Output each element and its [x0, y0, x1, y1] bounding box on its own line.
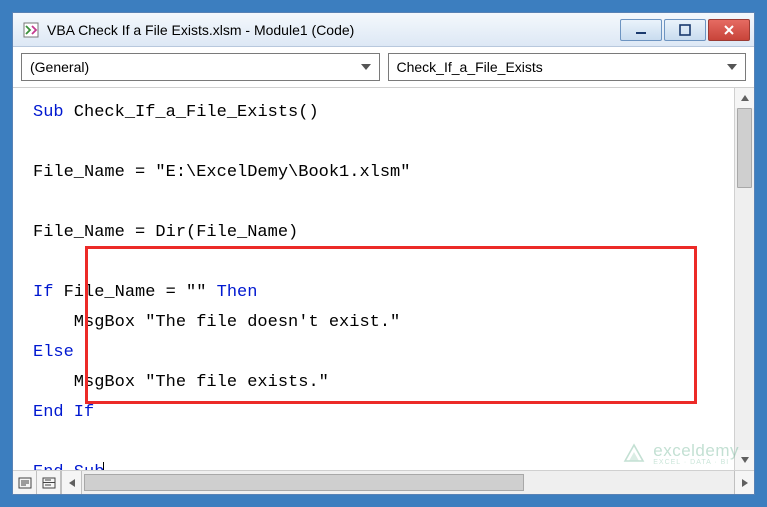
horizontal-scroll-track[interactable]: [82, 471, 734, 494]
code-line: MsgBox "The file exists.": [33, 373, 329, 392]
code-editor[interactable]: Sub Check_If_a_File_Exists() File_Name =…: [13, 88, 734, 470]
scroll-thumb[interactable]: [737, 108, 752, 188]
code-line: Sub Check_If_a_File_Exists(): [33, 103, 319, 122]
minimize-icon: [635, 24, 647, 36]
code-line: End Sub: [33, 463, 104, 470]
vba-code-window: VBA Check If a File Exists.xlsm - Module…: [12, 12, 755, 495]
object-dropdown[interactable]: (General): [21, 53, 380, 81]
chevron-down-icon: [740, 456, 750, 464]
code-line: File_Name = "E:\ExcelDemy\Book1.xlsm": [33, 163, 410, 182]
close-icon: [723, 24, 735, 36]
dropdown-row: (General) Check_If_a_File_Exists: [13, 47, 754, 88]
scroll-down-button[interactable]: [735, 450, 754, 470]
close-button[interactable]: [708, 19, 750, 41]
object-dropdown-value: (General): [30, 59, 89, 75]
scroll-right-button[interactable]: [734, 471, 754, 494]
scroll-left-button[interactable]: [62, 471, 82, 494]
window-controls: [620, 19, 750, 41]
titlebar[interactable]: VBA Check If a File Exists.xlsm - Module…: [13, 13, 754, 47]
full-module-view-icon: [42, 477, 56, 489]
text-cursor: [103, 462, 104, 470]
scroll-track[interactable]: [735, 108, 754, 450]
maximize-icon: [679, 24, 691, 36]
scroll-up-button[interactable]: [735, 88, 754, 108]
procedure-dropdown[interactable]: Check_If_a_File_Exists: [388, 53, 747, 81]
bottom-bar: [13, 470, 754, 494]
code-line: File_Name = Dir(File_Name): [33, 223, 298, 242]
procedure-dropdown-value: Check_If_a_File_Exists: [397, 59, 543, 75]
procedure-view-button[interactable]: [13, 471, 37, 494]
chevron-left-icon: [68, 478, 76, 488]
minimize-button[interactable]: [620, 19, 662, 41]
code-area: Sub Check_If_a_File_Exists() File_Name =…: [13, 88, 754, 470]
code-line: MsgBox "The file doesn't exist.": [33, 313, 400, 332]
code-line: If File_Name = "" Then: [33, 283, 257, 302]
vertical-scrollbar[interactable]: [734, 88, 754, 470]
horizontal-scroll-thumb[interactable]: [84, 474, 524, 491]
module-icon: [21, 20, 41, 40]
view-buttons: [13, 471, 62, 494]
code-line: End If: [33, 403, 94, 422]
chevron-up-icon: [740, 94, 750, 102]
chevron-right-icon: [741, 478, 749, 488]
window-title: VBA Check If a File Exists.xlsm - Module…: [47, 22, 620, 38]
procedure-view-icon: [18, 477, 32, 489]
maximize-button[interactable]: [664, 19, 706, 41]
full-module-view-button[interactable]: [37, 471, 61, 494]
code-line: Else: [33, 343, 74, 362]
